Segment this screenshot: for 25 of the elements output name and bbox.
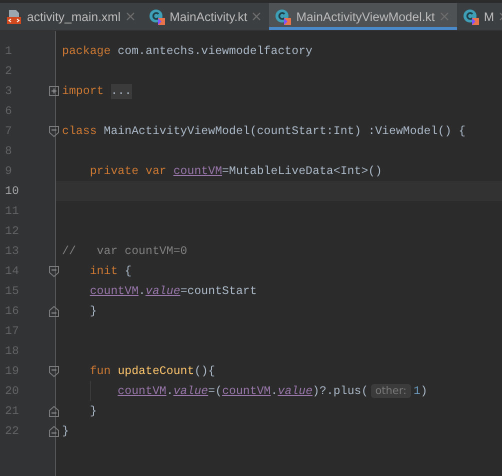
code-line: private var countVM=MutableLiveData<Int>() bbox=[88, 164, 382, 178]
fold-icon[interactable] bbox=[49, 306, 59, 317]
code-line: import ... bbox=[61, 84, 132, 98]
code-line: fun updateCount(){ bbox=[88, 364, 216, 378]
line-number: 10 bbox=[4, 184, 19, 198]
code-line: } bbox=[61, 424, 69, 438]
fold-icon[interactable] bbox=[49, 126, 59, 137]
code-line: package com.antechs.viewmodelfactory bbox=[61, 44, 312, 58]
code-line: class MainActivityViewModel(countStart:Int) :ViewModel() { bbox=[61, 124, 466, 138]
editor-tab[interactable]: MainActivityViewModel.kt bbox=[269, 3, 457, 30]
fold-icon[interactable] bbox=[49, 366, 59, 377]
expand-icon[interactable] bbox=[49, 86, 59, 96]
code-line: countVM.value=countStart bbox=[88, 284, 257, 298]
fold-icon[interactable] bbox=[49, 266, 59, 277]
code-line: } bbox=[88, 304, 97, 318]
code-line: // var countVM=0 bbox=[61, 244, 188, 258]
xml-file-icon bbox=[6, 8, 22, 24]
kotlin-class-icon bbox=[275, 8, 292, 24]
fold-icon[interactable] bbox=[49, 406, 59, 417]
kotlin-class-icon bbox=[148, 8, 165, 24]
code-line: } bbox=[88, 404, 97, 418]
kotlin-class-icon bbox=[462, 8, 479, 24]
code-line: countVM.value=(countVM.value)?.plus( other: 1) bbox=[116, 384, 428, 398]
code-line: init { bbox=[88, 264, 132, 278]
fold-icon[interactable] bbox=[49, 426, 59, 437]
